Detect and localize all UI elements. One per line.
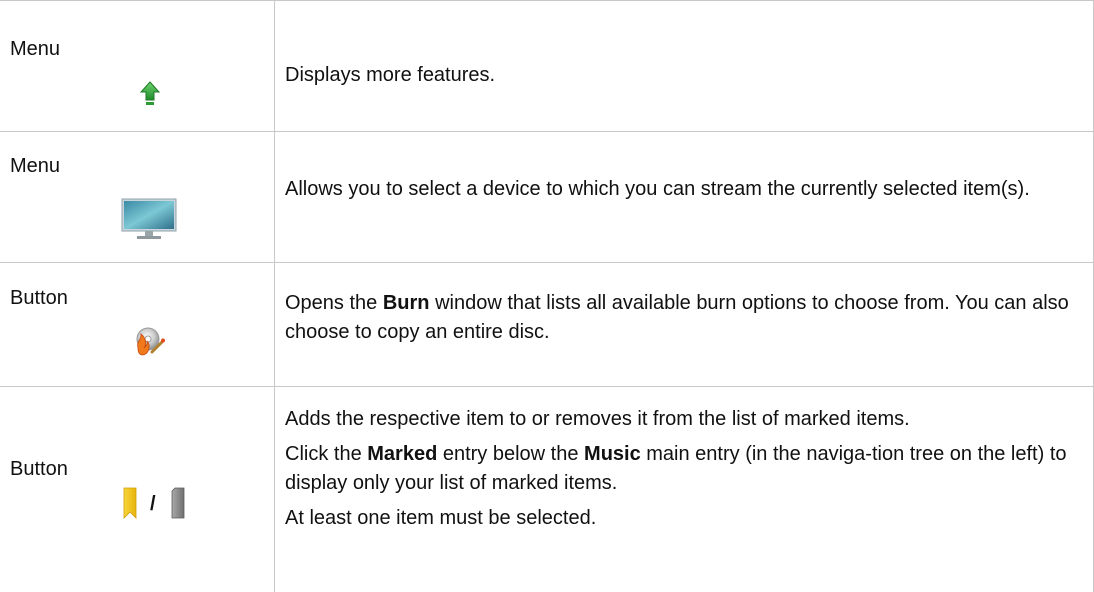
description-bold-term: Marked — [367, 443, 438, 465]
table-row: Menu Displays more features. — [0, 0, 1094, 131]
type-label: Menu — [10, 38, 61, 60]
description-text: Allows you to select a device to which y… — [285, 178, 1030, 200]
description-text-part: Click the — [285, 443, 368, 465]
description-paragraph: Click the Marked entry below the Music m… — [285, 440, 1079, 498]
type-cell: Button — [0, 263, 275, 386]
icon-separator: / — [150, 493, 156, 515]
description-bold-term: Music — [584, 443, 641, 465]
description-paragraph: At least one item must be selected. — [285, 507, 597, 529]
description-cell: Displays more features. — [275, 1, 1094, 131]
description-bold-term: Burn — [382, 292, 430, 314]
description-cell: Adds the respective item to or removes i… — [275, 387, 1094, 592]
description-text: Adds the respective item to or removes i… — [285, 405, 1079, 533]
description-paragraph: Adds the respective item to or removes i… — [285, 408, 910, 430]
table-row: Button Opens the Burn window that lists … — [0, 262, 1094, 386]
bookmark-yellow-icon — [123, 487, 137, 524]
type-cell: Menu — [0, 1, 275, 131]
type-cell: Menu — [0, 132, 275, 262]
type-cell: Button / — [0, 387, 275, 592]
bookmark-gray-icon — [171, 487, 185, 524]
table-row: Menu Allows you to select a device to wh… — [0, 131, 1094, 262]
type-label: Menu — [10, 155, 61, 177]
description-text-part: Opens the — [285, 292, 383, 314]
green-up-arrow-icon — [139, 81, 161, 112]
description-text: Displays more features. — [285, 64, 496, 86]
description-cell: Allows you to select a device to which y… — [275, 132, 1094, 262]
description-cell: Opens the Burn window that lists all ava… — [275, 263, 1094, 386]
description-text: Opens the Burn window that lists all ava… — [285, 289, 1079, 347]
table-row: Button / Adds the respective item to or … — [0, 386, 1094, 592]
type-label: Button — [10, 287, 68, 309]
type-label: Button — [10, 458, 68, 480]
burn-disc-icon — [134, 326, 166, 363]
description-text-part: entry below the — [437, 443, 585, 465]
feature-table: Menu Displays more features. Menu Allows… — [0, 0, 1094, 592]
monitor-icon — [121, 198, 177, 247]
